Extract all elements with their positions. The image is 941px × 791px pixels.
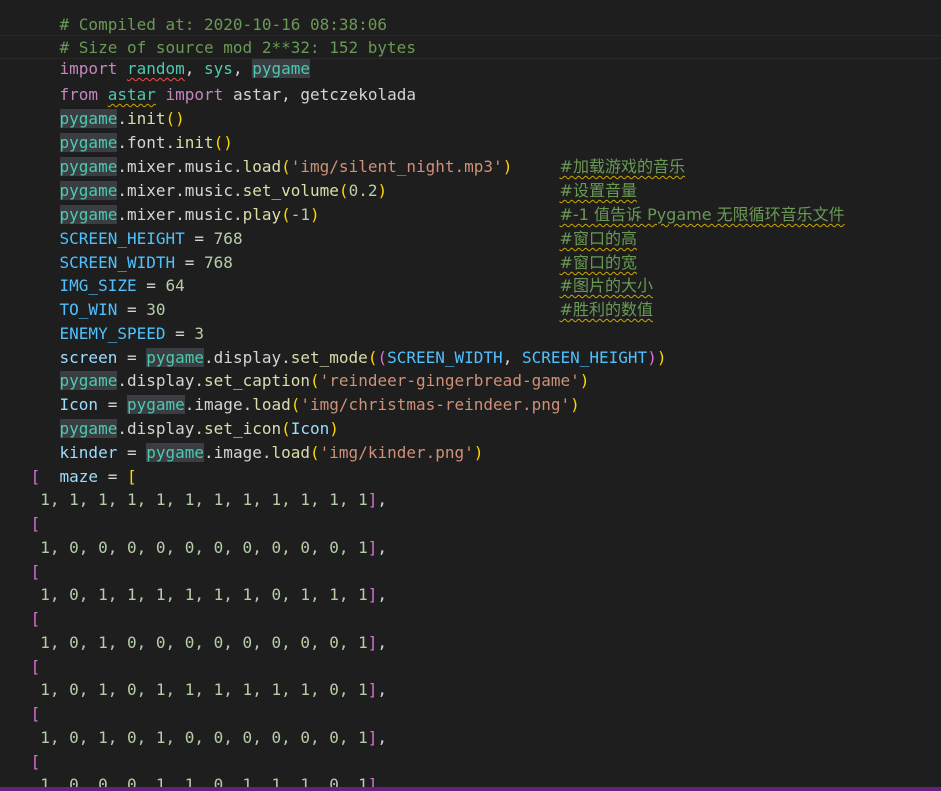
code-line: SCREEN_WIDTH = 768: [59, 252, 233, 272]
code-line: pygame.font.init(): [59, 132, 233, 152]
code-line-comment: #窗口的高: [521, 203, 637, 248]
code-line: # Compiled at: 2020-10-16 08:38:06: [21, 0, 388, 34]
code-line: # Size of source mod 2**32: 152 bytes: [21, 12, 416, 57]
code-line: pygame.mixer.music.set_volume(0.2): [59, 180, 388, 200]
code-line: screen = pygame.display.set_mode((SCREEN…: [59, 347, 667, 367]
code-line: [: [21, 562, 41, 581]
number-screen-width: 768: [204, 252, 233, 272]
number-loop: -1: [290, 204, 311, 224]
string-icon-file: 'img/christmas-reindeer.png': [300, 394, 571, 414]
code-line: kinder = pygame.image.load('img/kinder.p…: [59, 442, 484, 462]
code-line: pygame.display.set_caption('reindeer-gin…: [59, 370, 590, 390]
code-line: 1, 0, 1, 1, 1, 1, 1, 1, 0, 1, 1, 1],: [40, 585, 388, 604]
number-volume: 0.2: [348, 180, 378, 200]
code-line: [: [21, 514, 41, 533]
code-line: pygame.init(): [59, 108, 185, 128]
name-getczekolada: getczekolada: [300, 84, 416, 104]
code-line-comment: #图片的大小: [521, 250, 653, 295]
code-line: Icon = pygame.image.load('img/christmas-…: [59, 394, 580, 414]
attr-image: image: [213, 442, 262, 462]
code-line: ENEMY_SPEED = 3: [59, 323, 205, 343]
code-line: IMG_SIZE = 64: [59, 275, 185, 295]
code-line-comment: #加载游戏的音乐: [521, 131, 685, 176]
code-line: [: [21, 752, 41, 771]
name-astar: astar: [232, 84, 282, 104]
code-line: 1, 0, 0, 0, 0, 0, 0, 0, 0, 0, 0, 1],: [40, 538, 388, 557]
code-line: [: [21, 609, 41, 628]
maze-row: 1, 1, 1, 1, 1, 1, 1, 1, 1, 1, 1, 1: [40, 490, 368, 509]
code-line: [: [21, 657, 41, 676]
code-line: 1, 1, 1, 1, 1, 1, 1, 1, 1, 1, 1, 1],: [40, 490, 388, 509]
code-line: 1, 0, 1, 0, 0, 0, 0, 0, 0, 0, 0, 1],: [40, 633, 388, 652]
code-line: pygame.mixer.music.load('img/silent_nigh…: [59, 156, 513, 176]
code-line: maze = [: [59, 466, 137, 486]
code-line: [: [21, 704, 41, 723]
func-load: load: [271, 442, 311, 462]
code-line-comment: #窗口的宽: [521, 227, 637, 272]
maze-row: 1, 0, 1, 0, 1, 0, 0, 0, 0, 0, 0, 1: [40, 728, 368, 747]
code-line-current: import random, sys, pygame: [0, 35, 941, 78]
code-line-comment: #设置音量: [521, 155, 637, 200]
code-editor[interactable]: # Compiled at: 2020-10-16 08:38:06 # Siz…: [0, 0, 941, 791]
code-line: [: [21, 467, 41, 486]
maze-row: 1, 0, 1, 1, 1, 1, 1, 1, 0, 1, 1, 1: [40, 585, 368, 604]
func-play: play: [242, 204, 282, 224]
maze-row: 1, 0, 1, 0, 0, 0, 0, 0, 0, 0, 0, 1: [40, 633, 368, 652]
code-line: pygame.mixer.music.play(-1): [59, 204, 320, 224]
code-line: 1, 0, 1, 0, 1, 0, 0, 0, 0, 0, 0, 1],: [40, 728, 388, 747]
code-line-comment: #胜利的数值: [521, 274, 653, 319]
string-kinder-file: 'img/kinder.png': [319, 442, 474, 462]
comment-to-win: #胜利的数值: [559, 299, 653, 319]
status-bar-strip: [0, 787, 941, 791]
maze-row: 1, 0, 1, 0, 1, 1, 1, 1, 1, 1, 0, 1: [40, 680, 368, 699]
code-line: from astar import astar, getczekolada: [59, 84, 416, 104]
code-line: 1, 0, 1, 0, 1, 1, 1, 1, 1, 1, 0, 1],: [40, 680, 388, 699]
code-line: TO_WIN = 30: [59, 299, 166, 319]
code-line: SCREEN_HEIGHT = 768: [59, 228, 243, 248]
code-line-comment: #-1 值告诉 Pygame 无限循环音乐文件: [521, 179, 845, 224]
maze-row: 1, 0, 0, 0, 0, 0, 0, 0, 0, 0, 0, 1: [40, 538, 368, 557]
var-maze: maze: [59, 466, 99, 486]
code-line: pygame.display.set_icon(Icon): [59, 418, 339, 438]
module-pygame: pygame: [146, 442, 205, 462]
number-img-size: 64: [165, 275, 185, 295]
